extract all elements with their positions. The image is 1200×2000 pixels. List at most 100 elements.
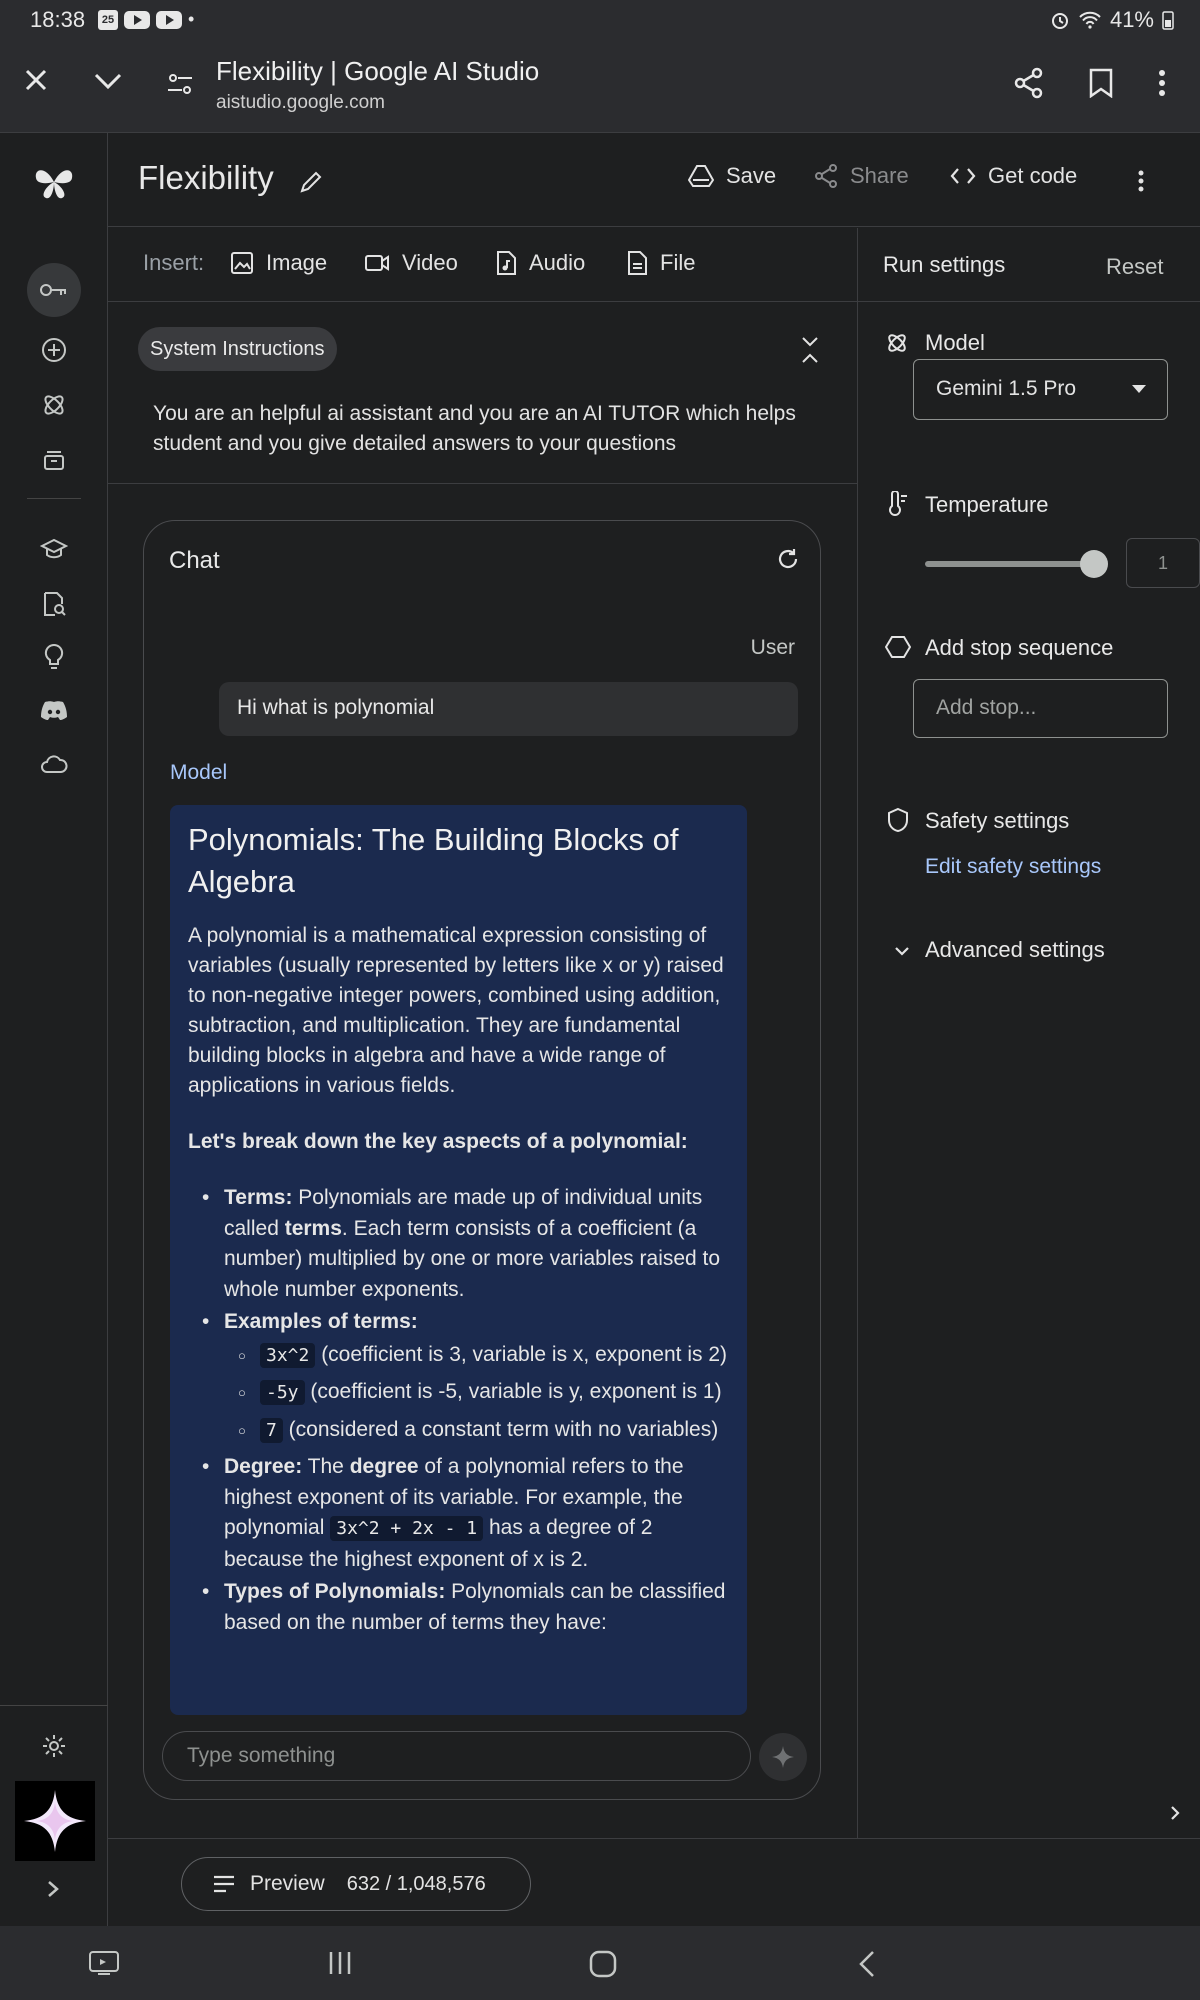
lightbulb-icon[interactable] xyxy=(27,630,81,684)
run-settings-header: Run settings Reset xyxy=(858,228,1200,302)
alarm-icon xyxy=(1051,13,1068,29)
bottom-toolbar: Preview 632 / 1,048,576 xyxy=(108,1838,1200,1926)
response-section-title: Let's break down the key aspects of a po… xyxy=(188,1130,688,1153)
video-icon xyxy=(365,255,389,271)
hexagon-icon xyxy=(885,636,911,658)
edit-pencil-icon[interactable] xyxy=(298,169,324,195)
api-key-icon[interactable] xyxy=(27,263,81,317)
system-instructions-panel: System Instructions You are an helpful a… xyxy=(108,302,857,484)
calendar-icon: 25 xyxy=(98,9,118,30)
dot-icon: • xyxy=(188,9,195,29)
prompt-header: Flexibility Save Share Get code xyxy=(108,133,1200,227)
status-time: 18:38 xyxy=(30,7,86,32)
new-prompt-icon[interactable] xyxy=(27,323,81,377)
temperature-slider-thumb[interactable] xyxy=(1080,550,1108,578)
response-intro: A polynomial is a mathematical expressio… xyxy=(188,924,724,1097)
system-icons: 41% xyxy=(1050,7,1174,33)
temperature-value-input[interactable]: 1 xyxy=(1126,538,1200,588)
share-icon[interactable] xyxy=(1013,67,1045,99)
ai-studio-logo-icon[interactable] xyxy=(27,155,81,209)
shield-icon xyxy=(888,807,908,833)
advanced-settings-toggle[interactable]: Advanced settings xyxy=(925,937,1105,963)
insert-file-button[interactable]: File xyxy=(626,250,695,276)
thermometer-icon xyxy=(889,491,907,516)
android-nav-bar xyxy=(0,1926,1200,2000)
list-item: 7 (considered a constant term with no va… xyxy=(224,1415,729,1447)
list-item: 3x^2 (coefficient is 3, variable is x, e… xyxy=(224,1340,729,1372)
documentation-icon[interactable] xyxy=(27,577,81,631)
chat-title: Chat xyxy=(169,547,220,574)
battery-percent: 41% xyxy=(1109,7,1154,32)
run-button[interactable] xyxy=(759,1733,807,1781)
insert-audio-button[interactable]: Audio xyxy=(495,250,585,276)
safety-settings-label: Safety settings xyxy=(925,808,1070,833)
insert-label: Insert: xyxy=(143,250,205,275)
chevron-down-icon[interactable] xyxy=(92,70,124,92)
insert-video-button[interactable]: Video xyxy=(364,250,458,276)
stop-sequence-label: Add stop sequence xyxy=(925,635,1114,660)
system-instructions-text[interactable]: You are an helpful ai assistant and you … xyxy=(153,399,813,459)
cloud-icon[interactable] xyxy=(27,737,81,791)
file-icon xyxy=(628,251,647,275)
chat-input[interactable]: Type something xyxy=(162,1731,751,1781)
rail-divider xyxy=(27,498,81,499)
edit-safety-settings-link[interactable]: Edit safety settings xyxy=(925,855,1101,879)
chevron-down-icon[interactable] xyxy=(894,946,910,956)
sparkle-icon xyxy=(772,1746,794,1768)
page-title: Flexibility | Google AI Studio xyxy=(216,56,540,86)
settings-icon[interactable] xyxy=(27,1719,81,1773)
stop-sequence-input[interactable]: Add stop... xyxy=(913,679,1168,738)
education-icon[interactable] xyxy=(27,522,81,576)
youtube-icon xyxy=(156,10,182,29)
library-icon[interactable] xyxy=(27,433,81,487)
status-bar: 18:38 25 • 41% xyxy=(0,0,1200,40)
collapse-icon[interactable] xyxy=(800,335,820,365)
temperature-label: Temperature xyxy=(925,492,1049,517)
recent-apps-icon[interactable] xyxy=(327,1950,353,1976)
prompt-title: Flexibility xyxy=(138,159,274,196)
save-button[interactable]: Save xyxy=(688,163,776,189)
back-icon[interactable] xyxy=(858,1950,876,1978)
insert-image-button[interactable]: Image xyxy=(230,250,327,276)
notification-icons: 25 • xyxy=(98,9,194,30)
token-count: 632 / 1,048,576 xyxy=(346,1872,486,1895)
run-settings-panel: Run settings Reset Model Gemini 1.5 Pro … xyxy=(857,228,1200,1838)
list-item: Degree: The degree of a polynomial refer… xyxy=(188,1452,729,1575)
chevron-right-icon[interactable] xyxy=(1169,1804,1181,1822)
user-message: Hi what is polynomial xyxy=(219,682,798,736)
model-label: Model xyxy=(925,330,985,355)
response-heading: Polynomials: The Building Blocks of Alge… xyxy=(188,822,679,899)
expand-rail-icon[interactable] xyxy=(46,1879,60,1899)
get-code-button[interactable]: Get code xyxy=(950,163,1077,189)
gemini-sparkle-icon[interactable] xyxy=(15,1781,95,1861)
url-text[interactable]: aistudio.google.com xyxy=(216,92,385,114)
battery-icon xyxy=(1162,11,1174,30)
tune-model-icon[interactable] xyxy=(27,378,81,432)
preview-button[interactable]: Preview 632 / 1,048,576 xyxy=(181,1857,531,1911)
user-role-label: User xyxy=(750,636,795,659)
discord-icon[interactable] xyxy=(27,684,81,738)
share-icon xyxy=(815,164,837,188)
list-item: Examples of terms: 3x^2 (coefficient is … xyxy=(188,1307,729,1446)
refresh-icon[interactable] xyxy=(776,547,800,571)
model-response: Polynomials: The Building Blocks of Alge… xyxy=(170,805,747,1715)
model-select[interactable]: Gemini 1.5 Pro xyxy=(913,359,1168,420)
home-icon[interactable] xyxy=(589,1950,617,1978)
drive-icon xyxy=(688,165,714,187)
browser-toolbar: Flexibility | Google AI Studio aistudio.… xyxy=(0,40,1200,133)
close-icon[interactable] xyxy=(22,66,50,94)
run-settings-title: Run settings xyxy=(883,252,1006,277)
system-instructions-label: System Instructions xyxy=(138,327,337,371)
list-item: Terms: Polynomials are made up of indivi… xyxy=(188,1183,729,1305)
more-vert-icon[interactable] xyxy=(1157,68,1167,98)
image-icon xyxy=(231,252,253,274)
temperature-slider-track[interactable] xyxy=(925,561,1098,567)
reset-button[interactable]: Reset xyxy=(1106,254,1163,280)
screen-icon[interactable] xyxy=(88,1950,120,1976)
model-icon xyxy=(888,334,906,352)
bookmark-icon[interactable] xyxy=(1088,68,1114,98)
more-vert-icon[interactable] xyxy=(1137,169,1145,193)
share-button[interactable]: Share xyxy=(814,163,909,189)
model-role-label: Model xyxy=(170,761,228,784)
site-settings-icon[interactable] xyxy=(166,70,194,98)
